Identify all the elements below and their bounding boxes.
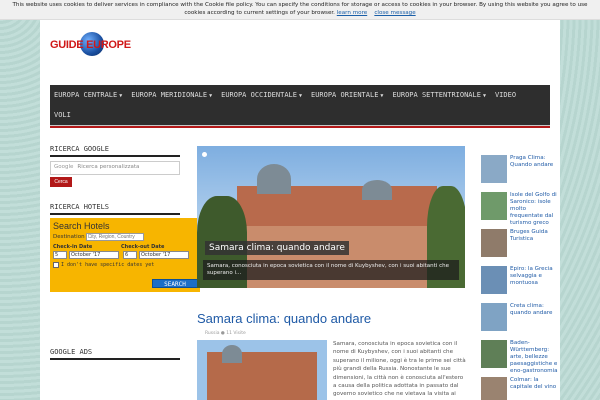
recent-post-title: Baden-Württemberg: arte, bellezze paesag… xyxy=(510,340,558,374)
checkbox[interactable] xyxy=(53,262,59,268)
nav-accent-line xyxy=(50,126,550,128)
nav-label: EUROPA OCCIDENTALE xyxy=(221,91,297,99)
checkout-day-select[interactable]: 6 xyxy=(123,251,137,259)
cerca-button[interactable]: Cerca xyxy=(50,177,72,187)
nav-item-europa-centrale[interactable]: EUROPA CENTRALE ▼ xyxy=(54,91,122,99)
nav-item-video[interactable]: VIDEO xyxy=(495,91,516,99)
nav-label: VIDEO xyxy=(494,91,517,99)
recent-post-title: Creta clima: quando andare xyxy=(510,303,553,316)
hotel-search-button[interactable]: SEARCH xyxy=(152,279,198,288)
hero-caption-title[interactable]: Samara clima: quando andare xyxy=(205,241,349,255)
no-dates-label: I don't have specific dates yet xyxy=(61,262,155,268)
article-excerpt: Samara, conosciuta in epoca sovietica co… xyxy=(333,341,466,398)
checkout-month-select[interactable]: October '17 xyxy=(139,251,189,259)
sidebar-title-google: RICERCA GOOGLE xyxy=(50,145,180,157)
hero-caption-excerpt: Samara, conosciuta in epoca sovietica co… xyxy=(203,260,459,280)
thumb-dome xyxy=(222,345,242,363)
article-title[interactable]: Samara clima: quando andare xyxy=(197,311,371,326)
recent-post[interactable]: Bruges Guida Turistica xyxy=(481,229,560,264)
checkout-label: Check-out Date xyxy=(121,244,165,250)
page-container: GUIDE EUROPE EUROPA CENTRALE ▼ EUROPA MER… xyxy=(40,20,560,400)
sidebar-title-ads: GOOGLE ADS xyxy=(50,348,180,360)
recent-post[interactable]: Praga Clima: Quando andare xyxy=(481,155,560,190)
nav-label: EUROPA CENTRALE xyxy=(54,91,118,99)
cookie-banner: This website uses cookies to deliver ser… xyxy=(0,0,600,20)
caret-down-icon: ▼ xyxy=(298,93,302,99)
article-meta: Russia ● 11 Visite xyxy=(205,331,246,336)
nav-item-europa-orientale[interactable]: EUROPA ORIENTALE ▼ xyxy=(311,91,383,99)
caret-down-icon: ▼ xyxy=(482,93,486,99)
destination-label: Destination xyxy=(53,234,85,240)
cookie-text: This website uses cookies to deliver ser… xyxy=(12,2,588,16)
caret-down-icon: ▼ xyxy=(380,93,384,99)
recent-post-thumbnail xyxy=(481,229,507,257)
recent-post-thumbnail xyxy=(481,266,507,294)
recent-post[interactable]: Creta clima: quando andare xyxy=(481,303,560,338)
hotel-search-heading: Search Hotels xyxy=(53,221,110,231)
recent-post-title: Praga Clima: Quando andare xyxy=(510,155,554,168)
site-logo[interactable]: GUIDE EUROPE xyxy=(50,32,132,64)
nav-label: VOLI xyxy=(54,111,71,119)
recent-post-title: Isole del Golfo di Saronico: isole molto… xyxy=(510,192,557,226)
learn-more-link[interactable]: learn more xyxy=(337,10,367,16)
nav-item-europa-settentrionale[interactable]: EUROPA SETTENTRIONALE ▼ xyxy=(392,91,486,99)
recent-post[interactable]: Colmar: la capitale del vino xyxy=(481,377,560,400)
recent-post-title: Epiro: la Grecia selvaggia e montuosa xyxy=(510,266,553,286)
checkin-day-select[interactable]: 5 xyxy=(53,251,67,259)
recent-post[interactable]: Isole del Golfo di Saronico: isole molto… xyxy=(481,192,560,227)
recent-post[interactable]: Epiro: la Grecia selvaggia e montuosa xyxy=(481,266,560,301)
destination-input[interactable] xyxy=(85,233,144,241)
nav-label: EUROPA MERIDIONALE xyxy=(131,91,208,99)
nav-label: EUROPA SETTENTRIONALE xyxy=(392,91,481,99)
recent-post-thumbnail xyxy=(481,303,507,331)
recent-post-thumbnail xyxy=(481,192,507,220)
recent-post-thumbnail xyxy=(481,155,507,183)
no-dates-checkbox-row[interactable]: I don't have specific dates yet xyxy=(53,262,197,268)
recent-post[interactable]: Baden-Württemberg: arte, bellezze paesag… xyxy=(481,340,560,375)
recent-post-thumbnail xyxy=(481,340,507,368)
nav-item-europa-meridionale[interactable]: EUROPA MERIDIONALE ▼ xyxy=(131,91,212,99)
recent-post-thumbnail xyxy=(481,377,507,400)
caret-down-icon: ▼ xyxy=(119,93,123,99)
hotel-search-widget: Search Hotels Destination Check-in Date C… xyxy=(50,218,200,292)
nav-item-europa-occidentale[interactable]: EUROPA OCCIDENTALE ▼ xyxy=(221,91,302,99)
featured-slider[interactable]: Samara clima: quando andare Samara, cono… xyxy=(197,146,465,288)
recent-posts: Praga Clima: Quando andare Isole del Gol… xyxy=(481,155,560,400)
recent-post-title: Bruges Guida Turistica xyxy=(510,229,548,242)
sidebar-title-hotels: RICERCA HOTELS xyxy=(50,203,180,215)
hero-dome-2 xyxy=(362,180,392,200)
main-nav: EUROPA CENTRALE ▼ EUROPA MERIDIONALE ▼ EUR… xyxy=(50,85,550,128)
checkin-label: Check-in Date xyxy=(53,244,93,250)
article-thumbnail[interactable] xyxy=(197,340,327,400)
logo-text: GUIDE EUROPE xyxy=(50,39,131,51)
recent-post-title: Colmar: la capitale del vino xyxy=(510,377,557,390)
nav-label: EUROPA ORIENTALE xyxy=(310,91,379,99)
close-message-link[interactable]: close message xyxy=(374,10,415,16)
google-label: Google xyxy=(54,164,74,170)
checkin-month-select[interactable]: October '17 xyxy=(69,251,119,259)
google-search-input[interactable]: Google Ricerca personalizzata xyxy=(50,161,180,175)
nav-item-voli[interactable]: VOLI xyxy=(54,111,71,119)
hero-dome xyxy=(257,164,291,194)
slider-dot-icon[interactable] xyxy=(202,152,207,157)
google-placeholder: Ricerca personalizzata xyxy=(77,164,140,170)
caret-down-icon: ▼ xyxy=(209,93,213,99)
